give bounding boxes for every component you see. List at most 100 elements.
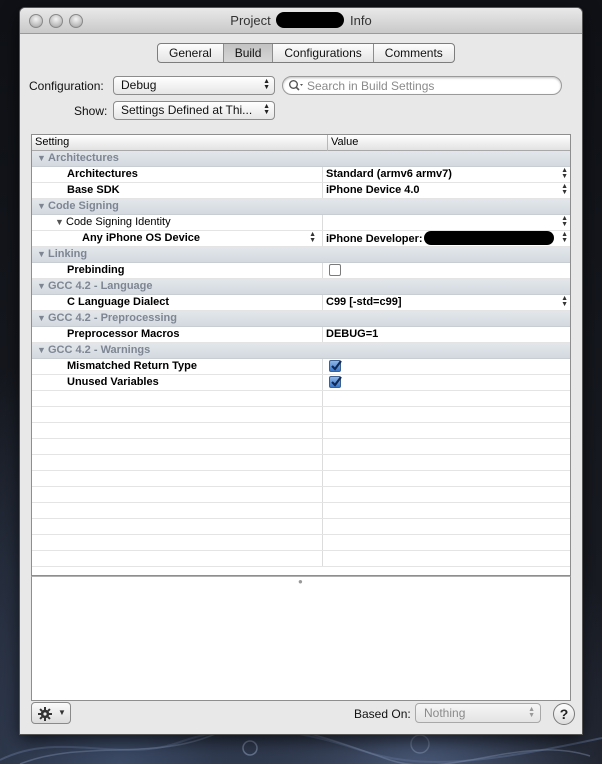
stepper-arrows-icon[interactable]: ▲ ▼ — [561, 167, 568, 180]
table-row-mismatched-return-type[interactable]: Mismatched Return Type — [32, 359, 570, 375]
configuration-label: Configuration: — [29, 79, 104, 93]
setting-name: Preprocessor Macros — [67, 328, 180, 340]
column-header-setting[interactable]: Setting — [35, 135, 69, 150]
setting-value[interactable]: iPhone Device 4.0 ▲ ▼ — [322, 183, 570, 198]
setting-name: Unused Variables — [67, 376, 159, 388]
table-row-any-iphone-os-device[interactable]: Any iPhone OS Device ▲ ▼ iPhone Developer:… — [32, 231, 570, 247]
setting-value[interactable]: DEBUG=1 — [322, 327, 570, 342]
disclosure-triangle-icon[interactable]: ▼ — [37, 199, 48, 214]
show-label: Show: — [74, 104, 108, 118]
prebinding-checkbox[interactable] — [329, 264, 341, 276]
table-rows: ▼ Architectures Architectures Standard (a… — [32, 151, 570, 567]
build-settings-table: Setting Value ▼ Architectures Architectur… — [31, 134, 571, 576]
setting-name: Base SDK — [67, 184, 120, 196]
setting-name: C Language Dialect — [67, 296, 170, 308]
table-row-architectures[interactable]: Architectures Standard (armv6 armv7) ▲ ▼ — [32, 167, 570, 183]
table-row-code-signing-identity[interactable]: ▼ Code Signing Identity ▲ ▼ — [32, 215, 570, 231]
setting-name: Mismatched Return Type — [67, 360, 197, 372]
table-row-preprocessor-macros[interactable]: Preprocessor Macros DEBUG=1 — [32, 327, 570, 343]
stepper-arrows-icon[interactable]: ▲ ▼ — [561, 295, 568, 308]
show-popup-value: Settings Defined at Thi... — [121, 103, 253, 117]
mismatched-return-type-checkbox[interactable] — [329, 360, 342, 372]
based-on-label: Based On: — [354, 707, 411, 721]
popup-arrows-icon: ▲ ▼ — [263, 78, 270, 91]
window-title-suffix: Info — [350, 13, 372, 28]
group-label: GCC 4.2 - Warnings — [48, 344, 151, 356]
configuration-popup-value: Debug — [121, 78, 157, 92]
empty-row — [32, 455, 570, 471]
column-header-value[interactable]: Value — [327, 135, 358, 151]
empty-row — [32, 535, 570, 551]
magnifier-icon — [289, 80, 303, 91]
table-row-unused-variables[interactable]: Unused Variables — [32, 375, 570, 391]
configuration-popup[interactable]: Debug ▲ ▼ — [113, 76, 275, 95]
disclosure-triangle-icon[interactable]: ▼ — [37, 343, 48, 358]
based-on-value: Nothing — [424, 706, 466, 720]
title-bar[interactable]: Project Info — [20, 8, 582, 34]
table-row-prebinding[interactable]: Prebinding — [32, 263, 570, 279]
splitter-grip-icon[interactable]: ● — [298, 577, 303, 586]
table-header: Setting Value — [32, 135, 570, 151]
table-row-base-sdk[interactable]: Base SDK iPhone Device 4.0 ▲ ▼ — [32, 183, 570, 199]
group-label: Linking — [48, 248, 88, 260]
search-input[interactable] — [305, 78, 555, 93]
setting-value — [322, 375, 570, 390]
setting-value[interactable]: C99 [-std=c99] ▲ ▼ — [322, 295, 570, 310]
window-title: Project Info — [20, 8, 582, 34]
action-menu-button[interactable]: ▼ — [31, 702, 71, 724]
gear-icon — [38, 707, 52, 721]
checkmark-icon — [331, 360, 342, 371]
setting-name: Any iPhone OS Device ▲ ▼ — [82, 231, 316, 244]
stepper-arrows-icon[interactable]: ▲ ▼ — [561, 183, 568, 196]
stepper-arrows-icon[interactable]: ▲ ▼ — [561, 231, 568, 244]
setting-description-pane: ● — [31, 576, 571, 701]
unused-variables-checkbox[interactable] — [329, 376, 342, 388]
setting-value[interactable]: Standard (armv6 armv7) ▲ ▼ — [322, 167, 570, 182]
window-title-prefix: Project — [230, 13, 271, 28]
based-on-popup[interactable]: Nothing ▲ ▼ — [415, 703, 541, 723]
disclosure-triangle-icon[interactable]: ▼ — [37, 247, 48, 262]
group-row-gcc-preprocessing[interactable]: ▼ GCC 4.2 - Preprocessing — [32, 311, 570, 327]
setting-value[interactable]: iPhone Developer: ▲ ▼ — [322, 231, 570, 246]
disclosure-triangle-icon[interactable]: ▼ — [37, 311, 48, 326]
group-row-gcc-language[interactable]: ▼ GCC 4.2 - Language — [32, 279, 570, 295]
disclosure-triangle-icon[interactable]: ▼ — [37, 279, 48, 294]
empty-row — [32, 503, 570, 519]
tab-configurations[interactable]: Configurations — [273, 44, 374, 62]
show-popup[interactable]: Settings Defined at Thi... ▲ ▼ — [113, 101, 275, 120]
question-mark-icon: ? — [559, 706, 569, 722]
group-label: Code Signing — [48, 200, 119, 212]
group-row-gcc-warnings[interactable]: ▼ GCC 4.2 - Warnings — [32, 343, 570, 359]
group-row-code-signing[interactable]: ▼ Code Signing — [32, 199, 570, 215]
group-label: GCC 4.2 - Language — [48, 280, 153, 292]
stepper-arrows-icon[interactable]: ▲ ▼ — [561, 215, 568, 228]
redacted-developer-name — [423, 231, 554, 245]
empty-row — [32, 471, 570, 487]
setting-value — [322, 359, 570, 374]
table-row-c-language-dialect[interactable]: C Language Dialect C99 [-std=c99] ▲ ▼ — [32, 295, 570, 311]
disclosure-triangle-icon[interactable]: ▼ — [37, 151, 48, 166]
setting-name: ▼ Code Signing Identity — [55, 215, 171, 230]
empty-row — [32, 439, 570, 455]
dropdown-triangle-icon: ▼ — [58, 708, 66, 717]
tab-comments[interactable]: Comments — [374, 44, 454, 62]
disclosure-triangle-icon[interactable]: ▼ — [55, 215, 66, 230]
popup-arrows-icon: ▲ ▼ — [528, 706, 535, 719]
checkmark-icon — [331, 376, 342, 387]
popup-arrows-icon: ▲ ▼ — [263, 103, 270, 116]
project-info-window: Project Info General Build Configuration… — [20, 8, 582, 734]
setting-name: Prebinding — [67, 264, 125, 276]
redacted-project-name — [276, 12, 345, 28]
tab-build[interactable]: Build — [223, 44, 274, 62]
tab-general[interactable]: General — [158, 44, 224, 62]
search-field[interactable] — [282, 76, 562, 95]
setting-name: Architectures — [67, 168, 138, 180]
setting-value[interactable]: ▲ ▼ — [322, 215, 570, 230]
group-row-architectures[interactable]: ▼ Architectures — [32, 151, 570, 167]
stepper-arrows-icon[interactable]: ▲ ▼ — [309, 231, 316, 244]
group-label: Architectures — [48, 152, 119, 164]
empty-row — [32, 519, 570, 535]
group-row-linking[interactable]: ▼ Linking — [32, 247, 570, 263]
help-button[interactable]: ? — [553, 703, 575, 725]
window-content: General Build Configurations Comments Co… — [20, 35, 582, 734]
